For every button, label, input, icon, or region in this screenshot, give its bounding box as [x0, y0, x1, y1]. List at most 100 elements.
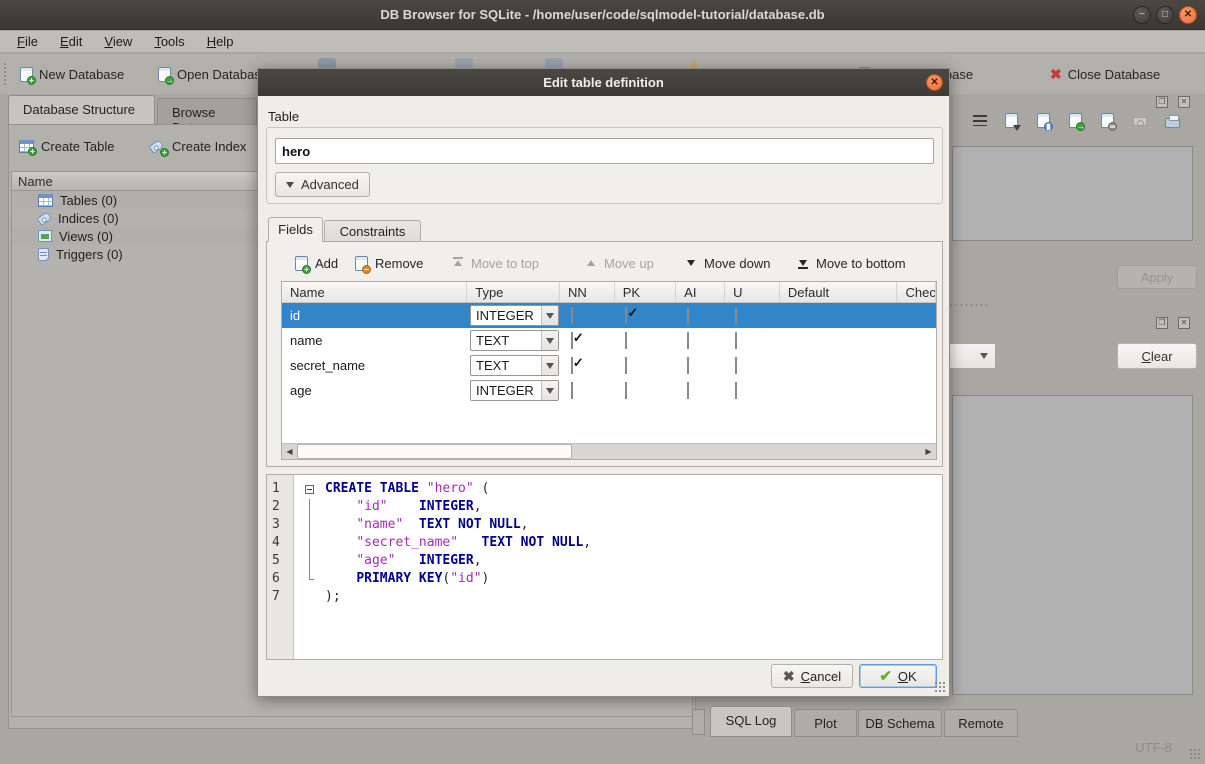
tree-item-label: Tables (0) [60, 193, 117, 208]
sql-plain: , [521, 517, 529, 532]
type-combo[interactable]: INTEGER [470, 305, 559, 326]
create-index-button[interactable]: + Create Index [150, 134, 246, 158]
menu-view[interactable]: View [93, 32, 143, 51]
dock-close-icon[interactable]: ✕ [1178, 96, 1190, 108]
cell-editor-area[interactable] [952, 146, 1193, 241]
fold-marker[interactable] [303, 481, 317, 499]
bottom-tab-remote[interactable]: Remote [944, 709, 1018, 737]
field-row-id[interactable]: idINTEGER [282, 303, 936, 328]
advanced-toggle-button[interactable]: Advanced [275, 172, 370, 197]
bottom-tab-sql-log[interactable]: SQL Log [710, 706, 792, 737]
field-row-age[interactable]: ageINTEGER [282, 378, 936, 403]
save-file-icon[interactable]: ▮ [1037, 113, 1050, 128]
maximize-icon[interactable]: □ [1156, 6, 1174, 24]
nn-checkbox[interactable] [571, 382, 573, 399]
chevron-down-icon[interactable] [541, 331, 558, 350]
link-icon[interactable]: ∞ [1101, 113, 1114, 128]
menu-help[interactable]: Help [196, 32, 245, 51]
column-header-nn[interactable]: NN [560, 282, 615, 302]
pk-checkbox[interactable] [625, 332, 627, 349]
chevron-down-icon[interactable] [541, 381, 558, 400]
move-to-top-button[interactable]: Move to top [452, 252, 539, 274]
pk-checkbox[interactable] [625, 382, 627, 399]
tab-database-structure[interactable]: Database Structure [8, 95, 155, 124]
u-checkbox[interactable] [735, 382, 737, 399]
move-top-icon [452, 257, 464, 269]
menu-file[interactable]: File [6, 32, 49, 51]
u-checkbox[interactable] [735, 307, 737, 324]
move-to-bottom-button[interactable]: Move to bottom [797, 252, 906, 274]
field-row-name[interactable]: nameTEXT [282, 328, 936, 353]
dialog-titlebar[interactable]: Edit table definition [258, 69, 949, 96]
column-header-ai[interactable]: AI [676, 282, 725, 302]
bottom-tab-db-schema[interactable]: DB Schema [858, 709, 942, 737]
bottom-tab-plot[interactable]: Plot [794, 709, 857, 737]
pk-checkbox[interactable] [625, 357, 627, 374]
add-field-button[interactable]: +Add [295, 252, 338, 274]
ai-checkbox[interactable] [687, 357, 689, 374]
minimize-icon[interactable]: − [1133, 6, 1151, 24]
print-icon[interactable] [1165, 118, 1180, 128]
cancel-button[interactable]: ✖ Cancel [771, 664, 853, 688]
dock-float-icon[interactable]: ❐ [1156, 317, 1168, 329]
open-file-icon[interactable] [1005, 113, 1018, 128]
column-header-name[interactable]: Name [282, 282, 467, 302]
chevron-down-icon[interactable] [541, 356, 558, 375]
table-name-input[interactable] [275, 138, 934, 164]
ai-checkbox[interactable] [687, 382, 689, 399]
column-header-default[interactable]: Default [780, 282, 898, 302]
type-combo[interactable]: TEXT [470, 355, 559, 376]
scroll-right-icon[interactable]: ▶ [921, 444, 936, 459]
menu-edit[interactable]: Edit [49, 32, 93, 51]
export-icon[interactable]: → [1069, 113, 1082, 128]
move-down-button[interactable]: Move down [685, 252, 770, 274]
log-filter-combo[interactable] [950, 343, 996, 369]
remove-field-button[interactable]: −Remove [355, 252, 423, 274]
nn-checkbox[interactable] [571, 307, 573, 324]
apply-button[interactable]: Apply [1117, 265, 1197, 289]
u-checkbox[interactable] [735, 357, 737, 374]
resize-grip[interactable] [1189, 748, 1202, 761]
dock-close-icon[interactable]: ✕ [1178, 317, 1190, 329]
clear-button[interactable]: Clear [1117, 343, 1197, 369]
close-database-button[interactable]: ✖ Close Database [1050, 61, 1160, 87]
tab-browse-data[interactable]: Browse Data [157, 98, 257, 124]
u-checkbox[interactable] [735, 332, 737, 349]
create-table-button[interactable]: + Create Table [19, 134, 114, 158]
line-number: 2 [267, 499, 289, 517]
move-up-button[interactable]: Move up [585, 252, 654, 274]
column-header-u[interactable]: U [725, 282, 780, 302]
pk-checkbox[interactable] [625, 307, 627, 324]
dialog-close-icon[interactable]: ✕ [926, 74, 943, 91]
type-combo[interactable]: INTEGER [470, 380, 559, 401]
scrollbar-thumb[interactable] [297, 444, 572, 459]
sql-preview[interactable]: 1CREATE TABLE "hero" (2 "id" INTEGER,3 "… [266, 474, 943, 660]
ai-checkbox[interactable] [687, 332, 689, 349]
new-database-button[interactable]: + New Database [20, 61, 124, 87]
dock-float-icon[interactable]: ❐ [1156, 96, 1168, 108]
scroll-left-icon[interactable]: ◀ [282, 444, 297, 459]
dialog-resize-grip[interactable] [934, 681, 947, 694]
ok-button[interactable]: ✔ OK [859, 664, 937, 688]
open-database-button[interactable]: → Open Database [158, 61, 268, 87]
tab-fields[interactable]: Fields [268, 217, 323, 242]
nn-checkbox[interactable] [571, 357, 573, 374]
horizontal-scrollbar[interactable]: ◀ ▶ [282, 443, 936, 459]
ai-checkbox[interactable] [687, 307, 689, 324]
column-header-type[interactable]: Type [467, 282, 560, 302]
encoding-indicator[interactable]: UTF-8 [1135, 740, 1172, 755]
close-icon[interactable]: ✕ [1179, 6, 1197, 24]
column-header-pk[interactable]: PK [615, 282, 676, 302]
type-combo[interactable]: TEXT [470, 330, 559, 351]
column-header-check[interactable]: Check [897, 282, 936, 302]
field-row-secret_name[interactable]: secret_nameTEXT [282, 353, 936, 378]
nn-checkbox[interactable] [571, 332, 573, 349]
set-null-icon[interactable] [1133, 117, 1147, 126]
chevron-down-icon[interactable] [541, 306, 558, 325]
sql-log-area[interactable] [952, 395, 1193, 695]
toolbar-handle[interactable] [3, 62, 8, 86]
tab-constraints[interactable]: Constraints [324, 220, 421, 242]
menu-tools[interactable]: Tools [143, 32, 195, 51]
word-wrap-icon[interactable] [973, 115, 987, 126]
dock-splitter[interactable] [944, 303, 988, 307]
